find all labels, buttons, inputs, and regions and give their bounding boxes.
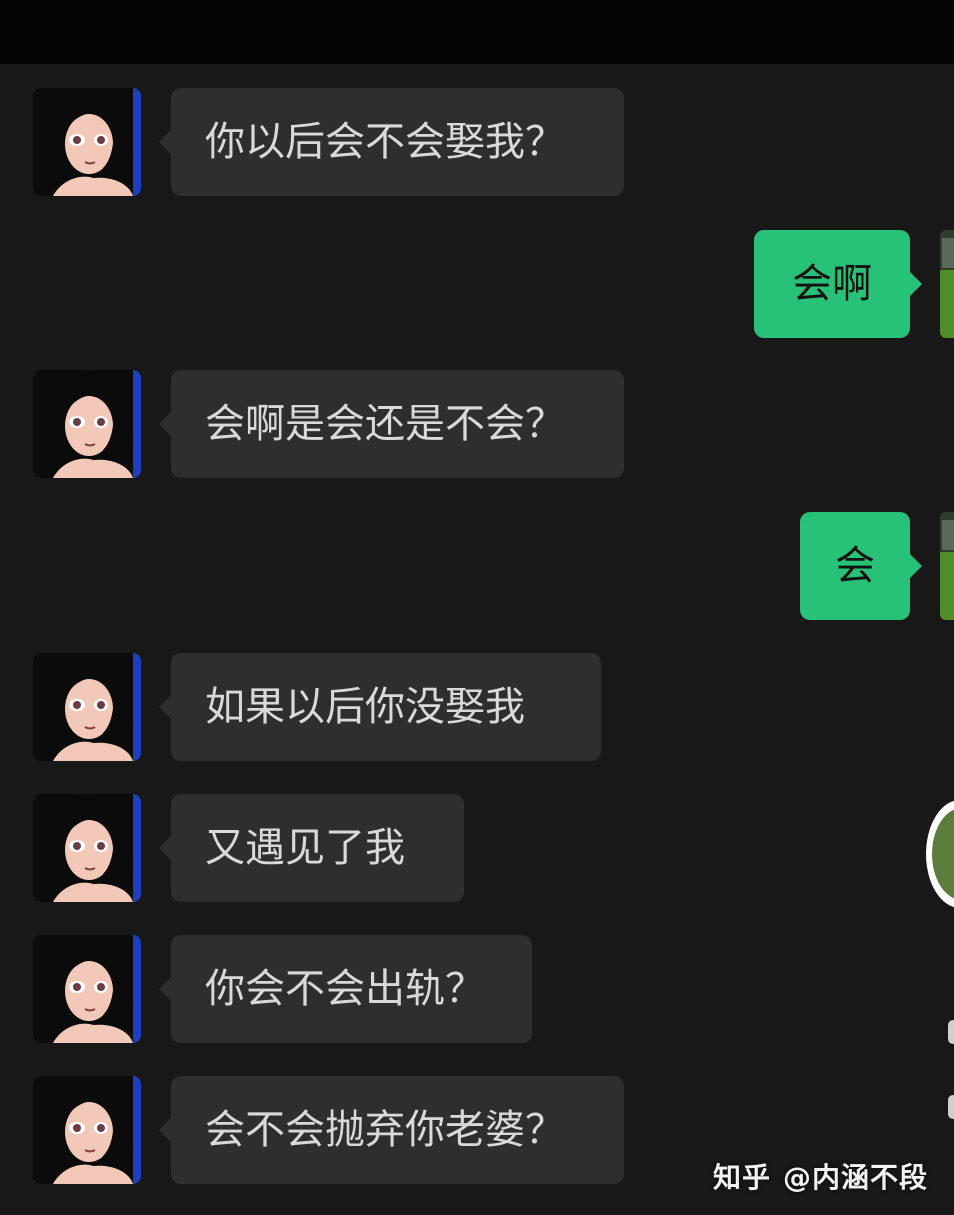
message-text: 会啊 bbox=[792, 261, 872, 307]
message-text: 如果以后你没娶我 bbox=[205, 684, 525, 730]
contact-avatar-image bbox=[33, 653, 141, 761]
contact-avatar[interactable] bbox=[33, 794, 141, 902]
watermark-brand: 知乎 bbox=[712, 1161, 771, 1194]
contact-avatar-image bbox=[33, 1076, 141, 1184]
message-text: 你会不会出轨？ bbox=[205, 966, 485, 1012]
self-avatar-image bbox=[940, 512, 954, 620]
message-text: 会不会抛弃你老婆？ bbox=[205, 1107, 565, 1153]
self-avatar-image bbox=[940, 230, 954, 338]
edge-indicator-dot bbox=[948, 1095, 954, 1119]
message-text: 你以后会不会娶我？ bbox=[205, 119, 565, 165]
contact-avatar-image bbox=[33, 935, 141, 1043]
watermark-author: @内涵不段 bbox=[782, 1161, 928, 1194]
contact-avatar-image bbox=[33, 88, 141, 196]
top-bar bbox=[0, 0, 954, 64]
contact-avatar-image bbox=[33, 370, 141, 478]
outgoing-message-bubble[interactable]: 会 bbox=[800, 512, 922, 620]
edge-indicator-dot bbox=[948, 1020, 954, 1044]
watermark: 知乎 @内涵不段 bbox=[713, 1156, 928, 1196]
contact-avatar[interactable] bbox=[33, 935, 141, 1043]
incoming-message-bubble[interactable]: 你以后会不会娶我？ bbox=[159, 88, 624, 196]
contact-avatar[interactable] bbox=[33, 653, 141, 761]
message-text: 又遇见了我 bbox=[205, 825, 405, 871]
incoming-message-bubble[interactable]: 会啊是会还是不会？ bbox=[159, 370, 624, 478]
contact-avatar[interactable] bbox=[33, 88, 141, 196]
self-avatar[interactable] bbox=[940, 230, 954, 338]
contact-avatar[interactable] bbox=[33, 370, 141, 478]
contact-avatar-image bbox=[33, 794, 141, 902]
outgoing-message-bubble[interactable]: 会啊 bbox=[754, 230, 922, 338]
incoming-message-bubble[interactable]: 如果以后你没娶我 bbox=[159, 653, 601, 761]
contact-avatar[interactable] bbox=[33, 1076, 141, 1184]
self-avatar[interactable] bbox=[940, 512, 954, 620]
message-text: 会啊是会还是不会？ bbox=[205, 401, 565, 447]
incoming-message-bubble[interactable]: 你会不会出轨？ bbox=[159, 935, 532, 1043]
incoming-message-bubble[interactable]: 会不会抛弃你老婆？ bbox=[159, 1076, 624, 1184]
message-text: 会 bbox=[835, 543, 875, 589]
incoming-message-bubble[interactable]: 又遇见了我 bbox=[159, 794, 464, 902]
